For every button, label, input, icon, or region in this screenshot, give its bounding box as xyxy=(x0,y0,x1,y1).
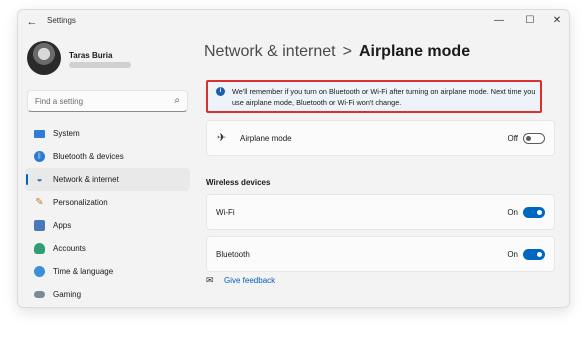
search-icon[interactable]: ⌕ xyxy=(174,95,180,106)
sidebar-item-label: Accounts xyxy=(53,244,86,253)
bluetooth-toggle[interactable] xyxy=(523,249,545,260)
sidebar-item-label: Network & internet xyxy=(53,175,119,184)
sidebar-item-network[interactable]: ◒ Network & internet xyxy=(25,168,190,191)
sidebar-item-label: Apps xyxy=(53,221,72,230)
search-placeholder: Find a setting xyxy=(35,97,84,106)
info-notice: i We'll remember if you turn on Bluetoot… xyxy=(206,80,542,113)
wifi-icon: ◒ xyxy=(36,174,43,185)
bluetooth-row[interactable]: Bluetooth On xyxy=(206,236,555,272)
breadcrumb: Network & internet > Airplane mode xyxy=(204,43,470,61)
airplane-mode-state: Off xyxy=(507,134,518,143)
close-button[interactable]: ✕ xyxy=(542,13,569,29)
sidebar-item-time-language[interactable]: Time & language xyxy=(25,260,190,283)
wifi-label: Wi-Fi xyxy=(216,208,235,217)
sidebar-item-gaming[interactable]: Gaming xyxy=(25,283,190,306)
avatar[interactable] xyxy=(27,41,61,75)
info-icon: i xyxy=(216,87,225,96)
back-arrow-icon[interactable]: ← xyxy=(25,15,39,29)
sidebar-item-label: Bluetooth & devices xyxy=(53,152,124,161)
sidebar-item-bluetooth[interactable]: ᛒ Bluetooth & devices xyxy=(25,145,190,168)
wireless-devices-heading: Wireless devices xyxy=(206,178,271,187)
notice-text: We'll remember if you turn on Bluetooth … xyxy=(232,87,536,107)
bluetooth-state: On xyxy=(507,250,518,259)
breadcrumb-separator: > xyxy=(342,43,352,60)
wifi-state: On xyxy=(507,208,518,217)
sidebar-item-personalization[interactable]: ✎ Personalization xyxy=(25,191,190,214)
apps-icon xyxy=(34,220,45,231)
give-feedback-link[interactable]: Give feedback xyxy=(224,276,275,285)
airplane-icon: ✈ xyxy=(217,132,227,144)
airplane-mode-toggle[interactable] xyxy=(523,133,545,144)
user-name: Taras Buria xyxy=(69,51,113,60)
sidebar-item-accounts[interactable]: Accounts xyxy=(25,237,190,260)
settings-window: ← Settings — ☐ ✕ Taras Buria Find a sett… xyxy=(17,9,570,308)
sidebar-item-label: Personalization xyxy=(53,198,108,207)
person-icon xyxy=(34,243,45,254)
sidebar-item-label: Time & language xyxy=(53,267,114,276)
sidebar-item-label: Gaming xyxy=(53,290,82,299)
blurred-email xyxy=(69,62,131,68)
globe-clock-icon xyxy=(34,266,45,277)
app-title: Settings xyxy=(47,16,76,25)
airplane-mode-row[interactable]: ✈ Airplane mode Off xyxy=(206,120,555,156)
title-bar: ← Settings — ☐ ✕ xyxy=(18,10,569,34)
sidebar-nav: System ᛒ Bluetooth & devices ◒ Network &… xyxy=(25,122,190,306)
search-input[interactable]: Find a setting ⌕ xyxy=(27,90,188,112)
feedback-icon: ✉ xyxy=(206,275,214,285)
page-title: Airplane mode xyxy=(358,43,471,60)
gamepad-icon xyxy=(34,291,45,298)
bluetooth-label: Bluetooth xyxy=(216,250,250,259)
maximize-button[interactable]: ☐ xyxy=(515,13,545,29)
sidebar-item-label: System xyxy=(53,129,80,138)
bluetooth-icon: ᛒ xyxy=(34,151,45,162)
wifi-row[interactable]: Wi-Fi On xyxy=(206,194,555,230)
brush-icon: ✎ xyxy=(35,197,44,208)
minimize-button[interactable]: — xyxy=(484,13,514,29)
sidebar-item-system[interactable]: System xyxy=(25,122,190,145)
wifi-toggle[interactable] xyxy=(523,207,545,218)
breadcrumb-parent[interactable]: Network & internet xyxy=(204,43,336,60)
system-icon xyxy=(34,130,45,138)
airplane-mode-label: Airplane mode xyxy=(240,134,292,143)
sidebar-item-apps[interactable]: Apps xyxy=(25,214,190,237)
